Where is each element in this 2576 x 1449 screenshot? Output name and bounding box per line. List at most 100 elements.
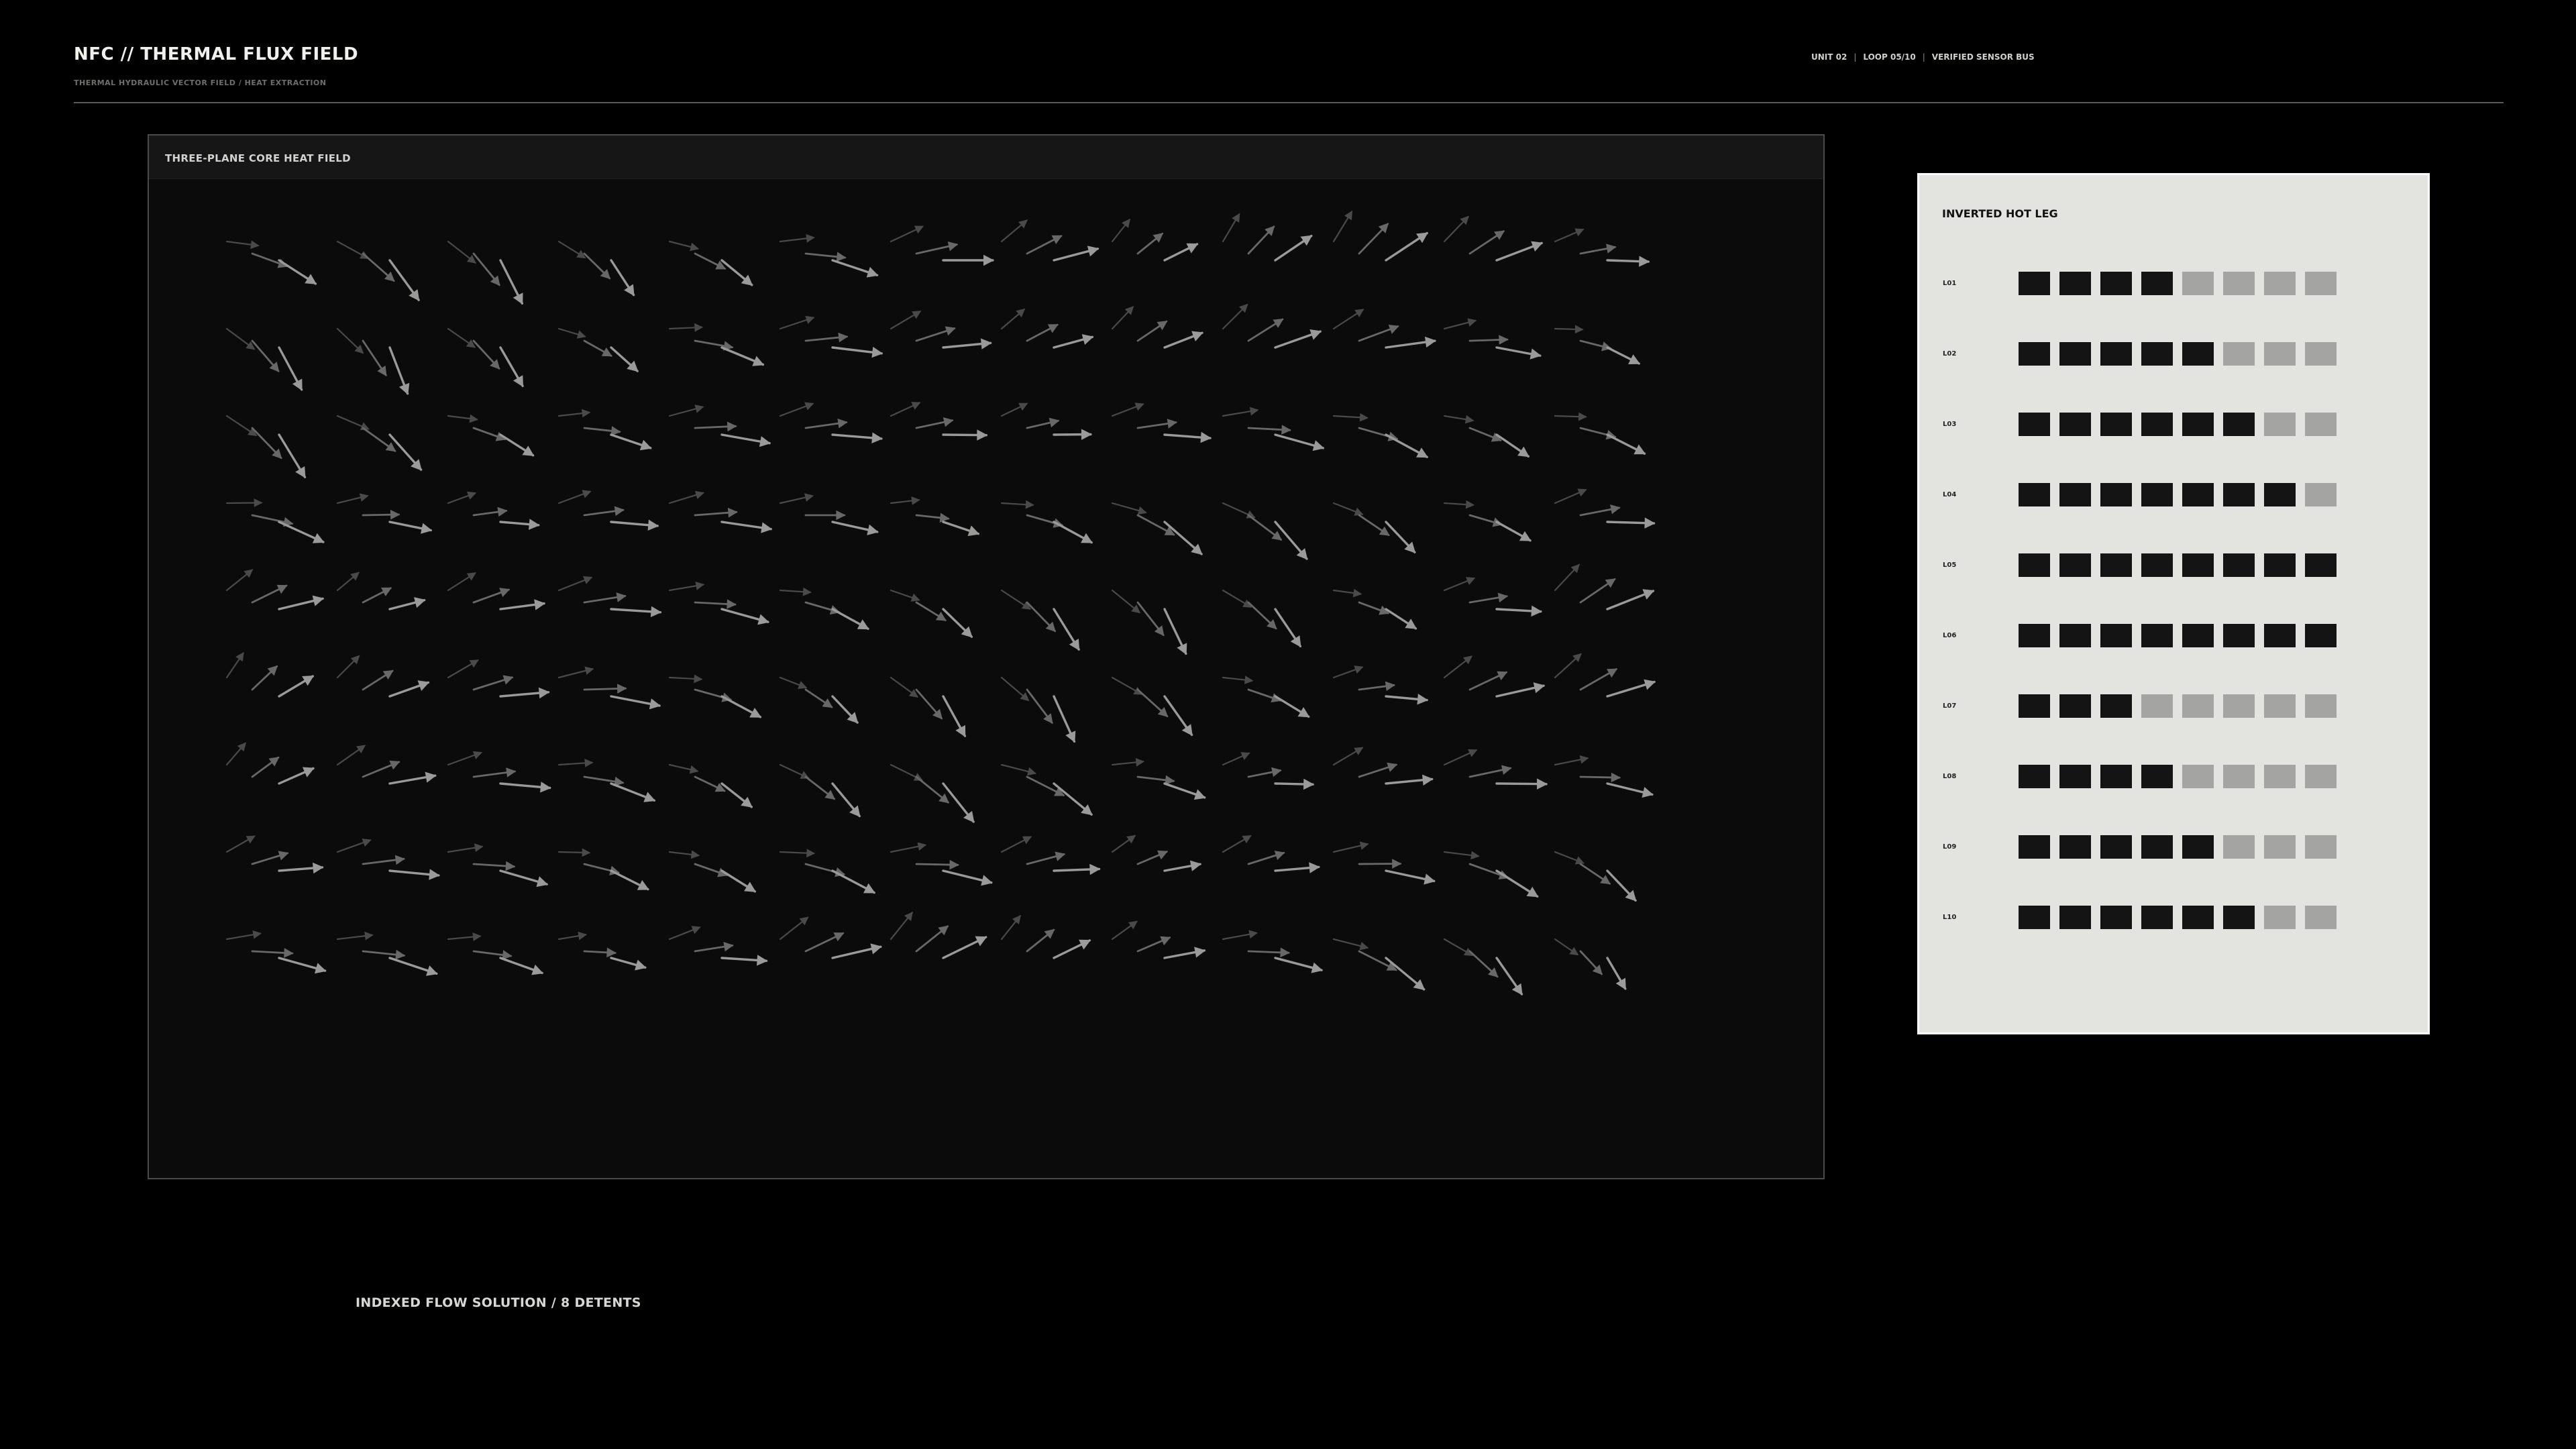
flux-vector bbox=[1579, 772, 1621, 783]
legend-cell-filled bbox=[2141, 835, 2173, 859]
legend-cell-empty bbox=[2223, 765, 2255, 788]
flux-vector bbox=[1222, 930, 1258, 941]
flux-vector bbox=[336, 572, 360, 592]
flux-vector bbox=[890, 676, 918, 698]
flux-vector bbox=[779, 676, 808, 689]
flux-vector bbox=[1163, 331, 1203, 349]
legend-row: L08 bbox=[1919, 765, 2428, 789]
flux-vector bbox=[610, 957, 647, 971]
flux-vector bbox=[1136, 688, 1169, 718]
flux-vector bbox=[336, 493, 369, 504]
flux-vector bbox=[890, 311, 922, 330]
flux-vector bbox=[1000, 836, 1032, 853]
flux-vector bbox=[831, 695, 859, 724]
flux-vector bbox=[1495, 957, 1523, 996]
flux-vector bbox=[831, 346, 883, 358]
flux-vector bbox=[1163, 782, 1206, 800]
flux-vector bbox=[225, 240, 260, 250]
flux-vector bbox=[388, 957, 438, 976]
flux-vector bbox=[1332, 588, 1362, 598]
legend-cell-empty bbox=[2223, 272, 2255, 295]
flux-vector bbox=[1332, 309, 1364, 330]
flux-vector bbox=[278, 259, 317, 285]
flux-vector bbox=[225, 415, 258, 436]
flux-vector bbox=[251, 851, 289, 865]
flux-vector bbox=[583, 339, 612, 357]
flux-vector bbox=[388, 521, 433, 534]
flux-vector bbox=[668, 490, 704, 504]
flux-vector bbox=[1443, 215, 1469, 243]
flux-vector bbox=[610, 782, 656, 802]
legend-cell-empty bbox=[2264, 272, 2296, 295]
flux-vector bbox=[1443, 938, 1474, 957]
flux-vector bbox=[1606, 346, 1640, 365]
flux-vector bbox=[472, 588, 511, 604]
flux-vector bbox=[1385, 231, 1428, 262]
flux-vector bbox=[225, 742, 247, 766]
flux-vector bbox=[336, 415, 370, 431]
flux-vector bbox=[1579, 244, 1617, 255]
flux-vector bbox=[1274, 329, 1322, 349]
flux-vector bbox=[472, 506, 508, 517]
flux-vector bbox=[1053, 939, 1091, 959]
legend-cell-filled bbox=[2223, 553, 2255, 577]
flux-vector bbox=[694, 507, 738, 518]
flux-vector bbox=[583, 775, 625, 787]
flux-vector bbox=[1332, 841, 1369, 853]
flux-vector bbox=[1358, 950, 1397, 971]
legend-row-cells bbox=[2019, 765, 2337, 788]
flux-vector bbox=[1579, 668, 1618, 691]
flux-vector bbox=[1274, 862, 1320, 873]
flux-vector bbox=[499, 433, 535, 457]
legend-title: INVERTED HOT LEG bbox=[1942, 207, 2058, 220]
flux-vector bbox=[1247, 851, 1285, 865]
legend-cell-empty bbox=[2264, 413, 2296, 436]
flux-vector bbox=[447, 414, 478, 423]
flux-vector bbox=[804, 252, 847, 262]
flux-vector bbox=[1274, 608, 1302, 647]
legend-row-label: L07 bbox=[1943, 702, 1957, 710]
flux-vector bbox=[1468, 592, 1509, 604]
flux-vector bbox=[447, 843, 484, 853]
flux-vector bbox=[804, 332, 849, 343]
legend-cell-filled bbox=[2059, 624, 2091, 647]
flux-vector bbox=[804, 510, 846, 521]
flux-vector bbox=[447, 572, 476, 592]
flux-vector bbox=[499, 346, 524, 387]
legend-cell-filled bbox=[2019, 413, 2050, 436]
flux-vector bbox=[388, 680, 430, 698]
flux-vector bbox=[1554, 325, 1584, 334]
flux-vector bbox=[1443, 500, 1475, 509]
flux-vector bbox=[388, 433, 423, 471]
legend-cell-filled bbox=[2019, 765, 2050, 788]
flux-vector bbox=[1443, 851, 1480, 860]
flux-vector bbox=[1606, 589, 1655, 610]
legend-cell-filled bbox=[2100, 272, 2132, 295]
flux-vector bbox=[1111, 676, 1143, 695]
legend-cell-filled bbox=[2059, 553, 2091, 577]
flux-vector bbox=[1053, 246, 1099, 262]
legend-cell-filled bbox=[2100, 342, 2132, 366]
flux-vector bbox=[1274, 433, 1325, 451]
flux-vector bbox=[1443, 655, 1472, 679]
status-separator: | bbox=[1922, 52, 1925, 62]
legend-row-cells bbox=[2019, 906, 2337, 929]
flux-vector bbox=[499, 259, 524, 305]
legend-row-cells bbox=[2019, 694, 2337, 718]
flux-vector bbox=[499, 519, 540, 530]
legend-cell-filled bbox=[2100, 413, 2132, 436]
flux-vector bbox=[336, 240, 370, 260]
legend-row: L03 bbox=[1919, 413, 2428, 437]
flux-vector bbox=[1495, 346, 1542, 360]
flux-vector bbox=[942, 254, 994, 266]
flux-vector bbox=[1247, 514, 1283, 541]
legend-row-label: L01 bbox=[1943, 280, 1957, 287]
flux-vector bbox=[1495, 682, 1546, 698]
flux-vector bbox=[915, 859, 959, 870]
legend-cell-empty bbox=[2264, 906, 2296, 929]
flux-vector bbox=[1443, 577, 1476, 592]
flux-vector bbox=[1579, 578, 1616, 604]
flux-vector bbox=[1274, 234, 1313, 262]
flux-vector bbox=[1222, 589, 1252, 608]
flux-vector bbox=[804, 688, 833, 708]
